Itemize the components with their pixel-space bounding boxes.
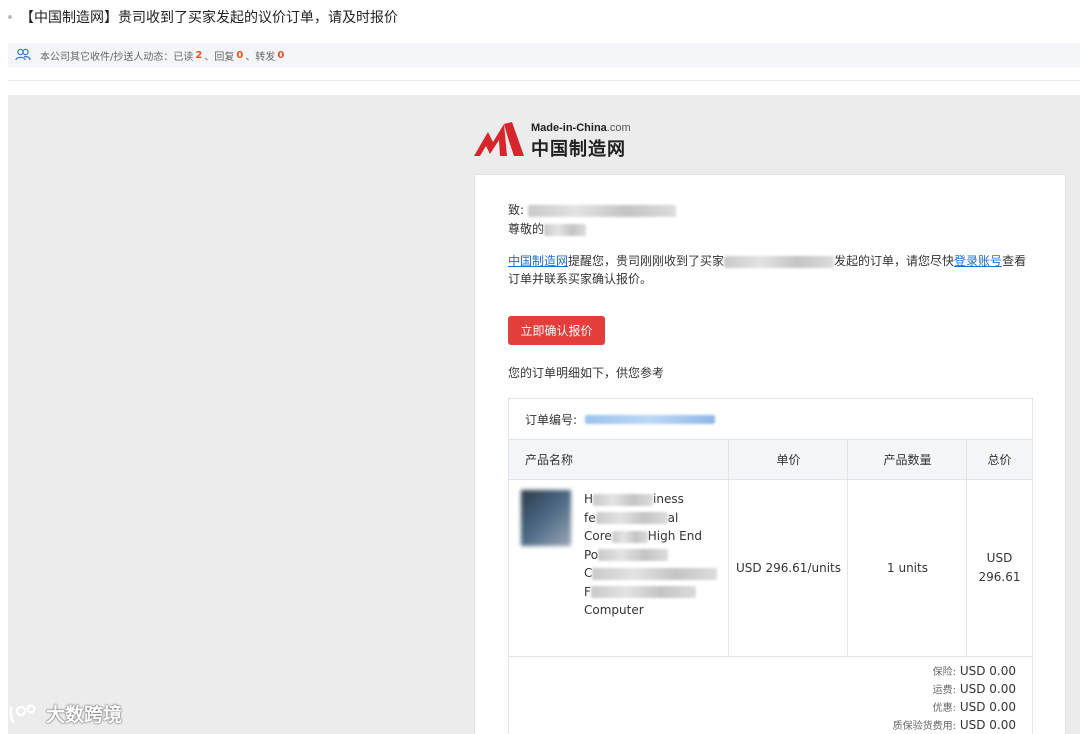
unit-price-cell: USD 296.61/units [736,561,841,575]
quantity-cell: 1 units [887,561,928,575]
fee-discount: 优惠: USD 0.00 [932,700,1016,714]
column-header-unit-price: 单价 [729,440,848,480]
greeting-line: 尊敬的 [508,220,587,238]
email-card: 致: 尊敬的 中国制造网提醒您，贵司刚刚收到了买家 发起的订单，请您尽快登录账号查… [474,174,1066,734]
fee-inspection: 质保验货费用: USD 0.00 [892,718,1016,732]
logo-cn-text: 中国制造网 [531,139,626,160]
logo-com-text: .com [606,122,631,134]
column-header-quantity: 产品数量 [848,440,967,480]
greeting-label: 尊敬的 [508,222,545,236]
email-subject-text: 【中国制造网】贵司收到了买家发起的议价订单，请及时报价 [20,10,398,26]
login-link[interactable]: 登录账号 [954,254,1002,268]
total-cell: USD 296.61 [967,480,1032,656]
divider [8,80,1080,81]
fee-insurance: 保险: USD 0.00 [932,664,1016,678]
product-thumbnail[interactable] [521,490,571,546]
logo-en-text: Made-in-China [531,122,607,134]
notice-text-2: 发起的订单，请您尽快 [834,254,955,268]
bullet-dot [8,15,12,19]
reply-count: 0 [236,49,244,61]
to-line: 致: [508,201,676,219]
order-table: 订单编号: 产品名称 单价 产品数量 总价 Hiness fe al Core Hi… [508,398,1033,734]
total-amount: 296.61 [978,570,1021,584]
order-number-row: 订单编号: [509,399,1032,440]
column-header-product: 产品名称 [509,440,729,480]
watermark-logo-icon [9,703,36,724]
to-label: 致: [508,203,525,217]
redacted-recipient [527,204,676,217]
people-icon [12,46,34,64]
fee-shipping: 运费: USD 0.00 [932,682,1016,696]
redacted-name [544,223,587,236]
total-currency: USD [986,551,1013,565]
order-number-label: 订单编号: [525,412,578,427]
notice-text-1: 提醒您，贵司刚刚收到了买家 [568,254,725,268]
watermark-text: 大数跨境 [46,704,123,726]
confirm-quote-button[interactable]: 立即确认报价 [508,316,605,345]
column-header-total: 总价 [967,440,1032,480]
made-in-china-logo: Made-in-China.com 中国制造网 [474,118,644,160]
read-count: 2 [195,49,203,61]
forward-count: 0 [277,49,285,61]
details-intro: 您的订单明细如下，供您参考 [508,366,665,380]
product-name[interactable]: Hiness fe al Core High End Po C F Computer [584,490,724,620]
fees-divider [509,656,1032,657]
watermark: 大数跨境 [8,700,122,727]
forward-label: 、转发 [245,51,276,63]
fees-summary: 保险: USD 0.00 运费: USD 0.00 优惠: USD 0.00 质… [893,663,1016,734]
redacted-buyer [724,255,835,268]
notice-paragraph: 中国制造网提醒您，贵司刚刚收到了买家 发起的订单，请您尽快登录账号查看订单并联系买… [508,252,1038,288]
recipient-activity-bar: 本公司其它收件/抄送人动态：已读 2 、回复 0 、转发 0 [8,43,1080,67]
redacted-order-number[interactable] [585,414,716,424]
reply-label: 、回复 [204,51,235,63]
email-subject: 【中国制造网】贵司收到了买家发起的议价订单，请及时报价 [8,4,398,30]
brand-link[interactable]: 中国制造网 [508,254,568,268]
activity-prefix: 本公司其它收件/抄送人动态：已读 [40,51,194,63]
mail-body: Made-in-China.com 中国制造网 致: 尊敬的 中国制造网提醒您，… [8,95,1080,734]
